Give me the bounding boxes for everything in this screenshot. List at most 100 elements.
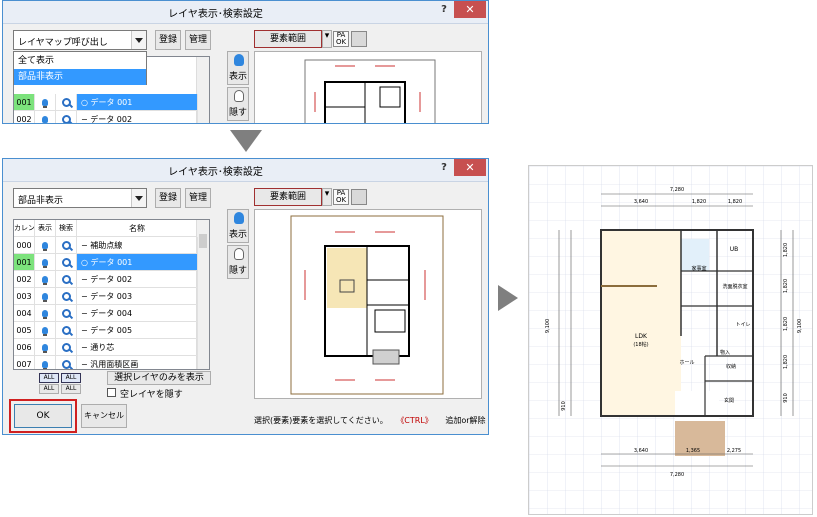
visible-toggle[interactable] [35, 111, 56, 123]
manage-button[interactable]: 管理 [185, 188, 211, 208]
register-button[interactable]: 登録 [155, 188, 181, 208]
search-icon [61, 258, 71, 267]
search-toggle[interactable] [56, 339, 77, 356]
status-bar: 選択(要素)要素を選択してください。 《CTRL》 追加or解除 [254, 415, 486, 426]
close-button[interactable]: ✕ [454, 1, 486, 18]
register-button[interactable]: 登録 [155, 30, 181, 50]
element-range-button[interactable]: 要素範囲 [254, 30, 322, 48]
image-button[interactable] [351, 189, 367, 205]
hide-layer-button[interactable]: 隠す [227, 245, 249, 279]
dialog-title: レイヤ表示･検索設定 [168, 9, 263, 20]
search-icon [61, 360, 71, 369]
search-toggle[interactable] [56, 305, 77, 322]
dropdown-item[interactable]: 全て表示 [14, 53, 146, 69]
search-toggle[interactable] [56, 322, 77, 339]
visible-toggle[interactable] [35, 271, 56, 288]
search-toggle[interactable] [56, 94, 77, 111]
table-row[interactable]: 003 − データ 003 [14, 288, 209, 305]
layer-map-combo[interactable]: 部品非表示 [13, 188, 147, 208]
dim-bottom-1: 3,640 [634, 448, 648, 454]
help-button[interactable]: ? [436, 4, 452, 18]
search-toggle[interactable] [56, 254, 77, 271]
show-layer-button[interactable]: 表示 [227, 51, 249, 85]
all-search-off-button[interactable]: ALL [61, 384, 81, 394]
bulb-icon [234, 54, 244, 66]
chevron-down-icon[interactable] [131, 31, 146, 49]
room-genkan: 玄関 [724, 397, 734, 404]
table-row[interactable]: 002 − データ 002 [14, 111, 209, 123]
column-header[interactable]: 検索 [56, 220, 77, 237]
result-floor-plan: 7,280 3,640 1,820 1,820 3,640 1,365 2,27… [528, 165, 813, 515]
dim-bottom-2: 1,365 [686, 448, 700, 454]
table-row[interactable]: 006 − 通り芯 [14, 339, 209, 356]
search-icon [61, 292, 71, 301]
visible-toggle[interactable] [35, 356, 56, 369]
bulb-icon [42, 116, 48, 123]
dropdown-item[interactable]: 部品非表示 [14, 69, 146, 85]
element-range-button[interactable]: 要素範囲 [254, 188, 322, 206]
visible-toggle[interactable] [35, 339, 56, 356]
all-visible-off-button[interactable]: ALL [39, 384, 59, 394]
all-visible-on-button[interactable]: ALL [39, 373, 59, 383]
pa-ok-button[interactable]: PA OK [333, 31, 349, 47]
column-header[interactable]: カレント [14, 220, 35, 237]
element-range-dropdown[interactable]: ▾ [322, 188, 332, 206]
search-toggle[interactable] [56, 271, 77, 288]
ok-button[interactable]: OK [14, 404, 72, 428]
pa-ok-button[interactable]: PA OK [333, 189, 349, 205]
top-layer-dialog: レイヤ表示･検索設定 ? ✕ レイヤマップ呼び出し 登録 管理 001 ○ デー… [2, 0, 489, 124]
search-icon [61, 241, 71, 250]
show-selected-only-button[interactable]: 選択レイヤのみを表示 [107, 371, 211, 385]
search-toggle[interactable] [56, 356, 77, 369]
show-layer-button[interactable]: 表示 [227, 209, 249, 243]
table-row[interactable]: 004 − データ 004 [14, 305, 209, 322]
table-row[interactable]: 005 − データ 005 [14, 322, 209, 339]
dim-right-1: 1,820 [783, 243, 789, 257]
layer-map-combo[interactable]: レイヤマップ呼び出し [13, 30, 147, 50]
row-num: 001 [14, 94, 35, 111]
room-shuno: 収納 [726, 363, 736, 370]
search-toggle[interactable] [56, 288, 77, 305]
dim-right-2: 1,820 [783, 279, 789, 293]
image-button[interactable] [351, 31, 367, 47]
element-range-dropdown[interactable]: ▾ [322, 30, 332, 48]
dim-left: 9,100 [545, 319, 551, 333]
search-toggle[interactable] [56, 111, 77, 123]
hide-empty-label: 空レイヤを隠す [120, 390, 183, 400]
hide-empty-checkbox[interactable] [107, 388, 116, 397]
dim-top-1: 3,640 [634, 199, 648, 205]
room-ldk: LDK [635, 333, 648, 340]
cancel-button[interactable]: キャンセル [81, 404, 127, 428]
table-row[interactable]: 000 − 補助点線 [14, 237, 209, 254]
search-icon [61, 275, 71, 284]
all-search-on-button[interactable]: ALL [61, 373, 81, 383]
visible-toggle[interactable] [35, 288, 56, 305]
table-row[interactable]: 002 − データ 002 [14, 271, 209, 288]
visible-toggle[interactable] [35, 305, 56, 322]
column-header[interactable]: 表示 [35, 220, 56, 237]
close-button[interactable]: ✕ [454, 159, 486, 176]
flow-arrow-down-icon [230, 130, 262, 152]
layer-name: − 汎用面積区画 [77, 356, 198, 369]
help-button[interactable]: ? [436, 162, 452, 176]
bulb-icon [42, 344, 48, 353]
layer-display-dialog: レイヤ表示･検索設定 ? ✕ 部品非表示 登録 管理 カレント 表示 検索 名称… [2, 158, 489, 435]
table-row[interactable]: 001 ○ データ 001 [14, 94, 209, 111]
table-row[interactable]: 007 − 汎用面積区画 [14, 356, 209, 369]
chevron-down-icon[interactable] [131, 189, 146, 207]
column-header[interactable]: 名称 [77, 220, 198, 237]
search-toggle[interactable] [56, 237, 77, 254]
bulb-icon [42, 99, 48, 108]
room-ub: UB [730, 246, 739, 253]
visible-toggle[interactable] [35, 94, 56, 111]
visible-toggle[interactable] [35, 322, 56, 339]
visible-toggle[interactable] [35, 237, 56, 254]
combo-value: レイヤマップ呼び出し [18, 38, 108, 48]
search-icon [61, 98, 71, 107]
table-row[interactable]: 001 ○ データ 001 [14, 254, 209, 271]
combo-dropdown-list: 全て表示 部品非表示 [13, 51, 147, 85]
visible-toggle[interactable] [35, 254, 56, 271]
bulb-icon [42, 259, 48, 268]
hide-layer-button[interactable]: 隠す [227, 87, 249, 121]
manage-button[interactable]: 管理 [185, 30, 211, 50]
